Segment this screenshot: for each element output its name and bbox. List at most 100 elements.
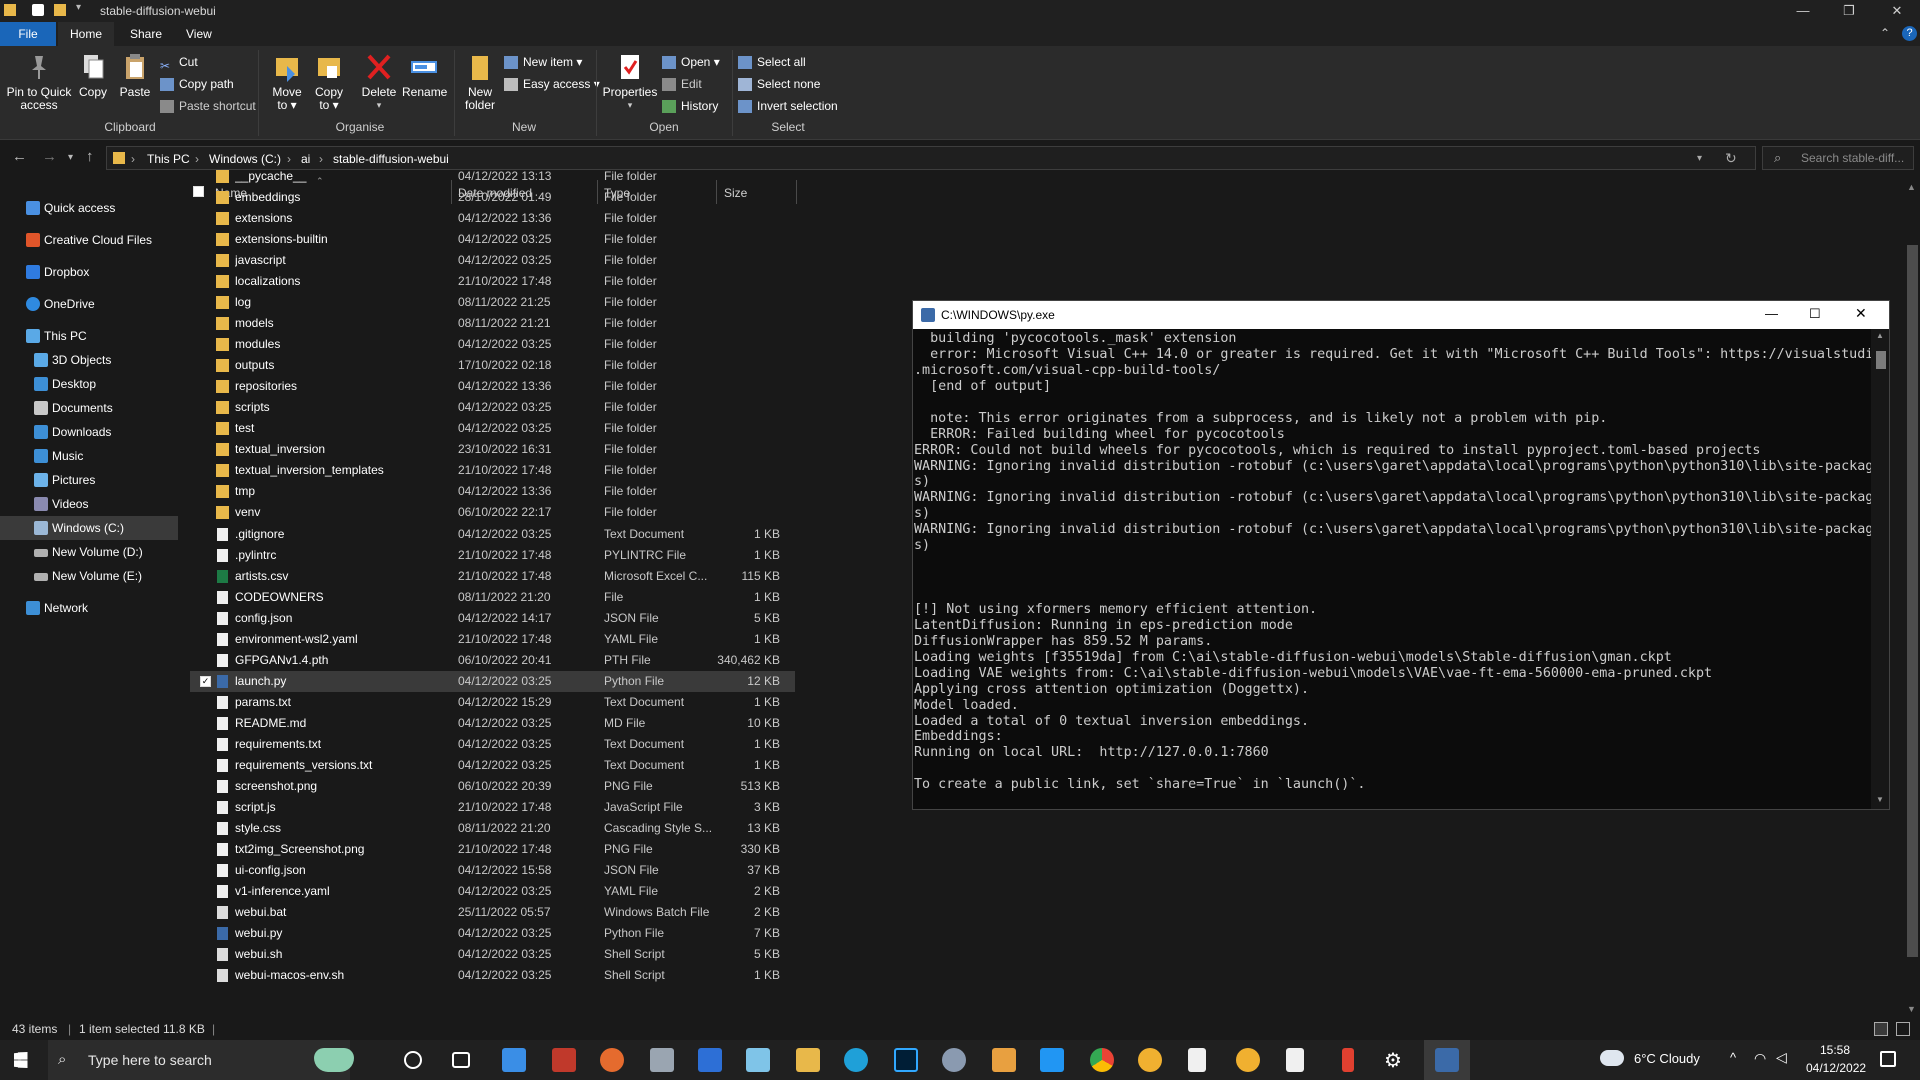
edit-button[interactable]: Edit [662, 74, 702, 94]
file-row[interactable]: scripts 04/12/2022 03:25 File folder [190, 397, 795, 418]
file-row[interactable]: requirements_versions.txt 04/12/2022 03:2… [190, 755, 795, 776]
nav-network[interactable]: Network [0, 596, 178, 620]
chrome-browser-icon[interactable] [1090, 1048, 1114, 1072]
file-explorer-icon[interactable] [796, 1048, 820, 1072]
invert-selection-button[interactable]: Invert selection [738, 96, 838, 116]
file-row[interactable]: embeddings 28/10/2022 01:49 File folder [190, 187, 795, 208]
console-minimize-icon[interactable]: — [1765, 306, 1778, 321]
refresh-icon[interactable]: ↻ [1725, 150, 1737, 167]
photoshop-icon[interactable] [894, 1048, 918, 1072]
edge-browser-icon[interactable] [844, 1048, 868, 1072]
console-scroll-up-icon[interactable]: ▲ [1876, 331, 1884, 340]
rename-button[interactable]: Rename [402, 52, 447, 99]
nuke-app-icon-2[interactable] [1236, 1048, 1260, 1072]
python-taskbar-button[interactable] [1424, 1040, 1470, 1080]
nav-creative-cloud[interactable]: Creative Cloud Files [0, 228, 178, 252]
console-title-bar[interactable]: C:\WINDOWS\py.exe — ☐ ✕ [913, 301, 1889, 329]
new-folder-button[interactable]: New folder [460, 52, 500, 112]
new-item-button[interactable]: New item ▾ [504, 52, 582, 72]
file-row[interactable]: style.css 08/11/2022 21:20 Cascading Style… [190, 818, 795, 839]
settings-gear-icon[interactable]: ⚙ [1384, 1048, 1402, 1073]
nav-dropbox[interactable]: Dropbox [0, 260, 178, 284]
row-checkbox[interactable]: ✓ [200, 675, 211, 687]
properties-button[interactable]: Properties ▾ [602, 52, 658, 112]
nav-3d-objects[interactable]: 3D Objects [0, 348, 178, 372]
game-app-icon[interactable] [650, 1048, 674, 1072]
breadcrumb-separator[interactable]: › [287, 152, 291, 166]
calendar-app-icon[interactable] [552, 1048, 576, 1072]
console-close-icon[interactable]: ✕ [1855, 305, 1867, 322]
mail-icon[interactable] [502, 1048, 526, 1072]
nav-music[interactable]: Music [0, 444, 178, 468]
file-row[interactable]: .gitignore 04/12/2022 03:25 Text Document 1… [190, 524, 795, 545]
easy-access-button[interactable]: Easy access ▾ [504, 74, 600, 94]
weather-text[interactable]: 6°C Cloudy [1634, 1051, 1700, 1066]
file-row[interactable]: outputs 17/10/2022 02:18 File folder [190, 355, 795, 376]
customize-quick-access-icon[interactable]: ▾ [76, 2, 81, 13]
file-row[interactable]: venv 06/10/2022 22:17 File folder [190, 502, 795, 523]
file-row[interactable]: models 08/11/2022 21:21 File folder [190, 313, 795, 334]
file-row[interactable]: modules 04/12/2022 03:25 File folder [190, 334, 795, 355]
file-row[interactable]: requirements.txt 04/12/2022 03:25 Text Doc… [190, 734, 795, 755]
forward-arrow-icon[interactable]: → [42, 148, 57, 165]
nav-desktop[interactable]: Desktop [0, 372, 178, 396]
clock-date[interactable]: 04/12/2022 [1806, 1061, 1866, 1075]
file-row[interactable]: repositories 04/12/2022 13:36 File folder [190, 376, 795, 397]
nav-windows-c[interactable]: Windows (C:) [0, 516, 178, 540]
file-row[interactable]: environment-wsl2.yaml 21/10/2022 17:48 YAM… [190, 629, 795, 650]
back-arrow-icon[interactable]: ← [12, 148, 27, 165]
move-to-button[interactable]: Move to ▾ [270, 52, 304, 112]
cloudy-weather-icon[interactable] [1600, 1050, 1624, 1066]
copy-path-button[interactable]: Copy path [160, 74, 234, 94]
tab-share[interactable]: Share [118, 22, 174, 46]
scroll-up-icon[interactable]: ▲ [1907, 182, 1916, 192]
file-row[interactable]: textual_inversion_templates 21/10/2022 17… [190, 460, 795, 481]
copy-to-button[interactable]: Copy to ▾ [312, 52, 346, 112]
nav-videos[interactable]: Videos [0, 492, 178, 516]
tab-file[interactable]: File [0, 22, 56, 46]
nav-quick-access[interactable]: Quick access [0, 196, 178, 220]
paste-button[interactable]: Paste [118, 52, 152, 99]
notifications-icon[interactable] [1880, 1051, 1896, 1067]
breadcrumb-stable-diffusion-webui[interactable]: stable-diffusion-webui [333, 152, 449, 166]
select-all-button[interactable]: Select all [738, 52, 806, 72]
breadcrumb-separator[interactable]: › [131, 152, 135, 166]
volume-icon[interactable]: ◁ [1776, 1049, 1787, 1066]
file-row[interactable]: screenshot.png 06/10/2022 20:39 PNG File 51… [190, 776, 795, 797]
breadcrumb-separator[interactable]: › [319, 152, 323, 166]
recent-locations-icon[interactable]: ▾ [68, 152, 73, 163]
tab-home[interactable]: Home [58, 22, 115, 46]
document-app-icon[interactable] [1188, 1048, 1206, 1072]
task-view-icon[interactable] [452, 1052, 470, 1068]
file-row[interactable]: log 08/11/2022 21:25 File folder [190, 292, 795, 313]
file-row[interactable]: v1-inference.yaml 04/12/2022 03:25 YAML Fi… [190, 881, 795, 902]
file-row[interactable]: CODEOWNERS 08/11/2022 21:20 File 1 KB [190, 587, 795, 608]
file-row[interactable]: artists.csv 21/10/2022 17:48 Microsoft Exc… [190, 566, 795, 587]
file-row[interactable]: ✓ launch.py 04/12/2022 03:25 Python File 12 … [190, 670, 795, 692]
delete-dropdown-icon[interactable]: ▾ [358, 99, 400, 112]
console-scroll-down-icon[interactable]: ▼ [1876, 795, 1884, 804]
paste-shortcut-button[interactable]: Paste shortcut [160, 96, 256, 116]
console-window[interactable]: C:\WINDOWS\py.exe — ☐ ✕ building 'pycoco… [912, 300, 1890, 810]
nav-onedrive[interactable]: OneDrive [0, 292, 178, 316]
open-button[interactable]: Open ▾ [662, 52, 720, 72]
file-row[interactable]: webui.py 04/12/2022 03:25 Python File 7 KB [190, 923, 795, 944]
column-divider[interactable] [796, 180, 797, 204]
console-scrollbar[interactable] [1871, 329, 1889, 809]
delete-button[interactable]: Delete ▾ [358, 52, 400, 112]
file-row[interactable]: textual_inversion 23/10/2022 16:31 File fo… [190, 439, 795, 460]
nav-this-pc[interactable]: This PC [0, 324, 178, 348]
nav-new-volume-e[interactable]: New Volume (E:) [0, 564, 178, 588]
file-row[interactable]: params.txt 04/12/2022 15:29 Text Document 1… [190, 692, 795, 713]
feather-app-icon[interactable] [1342, 1048, 1354, 1072]
vpn-app-icon[interactable] [698, 1048, 722, 1072]
show-hidden-icons-icon[interactable]: ^ [1730, 1050, 1736, 1065]
properties-quick-icon[interactable] [32, 4, 44, 16]
file-row[interactable]: webui-macos-env.sh 04/12/2022 03:25 Shell … [190, 965, 795, 986]
breadcrumb-this-pc[interactable]: This PC [147, 152, 190, 166]
file-row[interactable]: .pylintrc 21/10/2022 17:48 PYLINTRC File 1 … [190, 545, 795, 566]
file-row[interactable]: ui-config.json 04/12/2022 15:58 JSON File 3… [190, 860, 795, 881]
file-row[interactable]: extensions-builtin 04/12/2022 03:25 File f… [190, 229, 795, 250]
properties-dropdown-icon[interactable]: ▾ [602, 99, 658, 112]
address-dropdown-icon[interactable]: ▾ [1697, 153, 1702, 164]
